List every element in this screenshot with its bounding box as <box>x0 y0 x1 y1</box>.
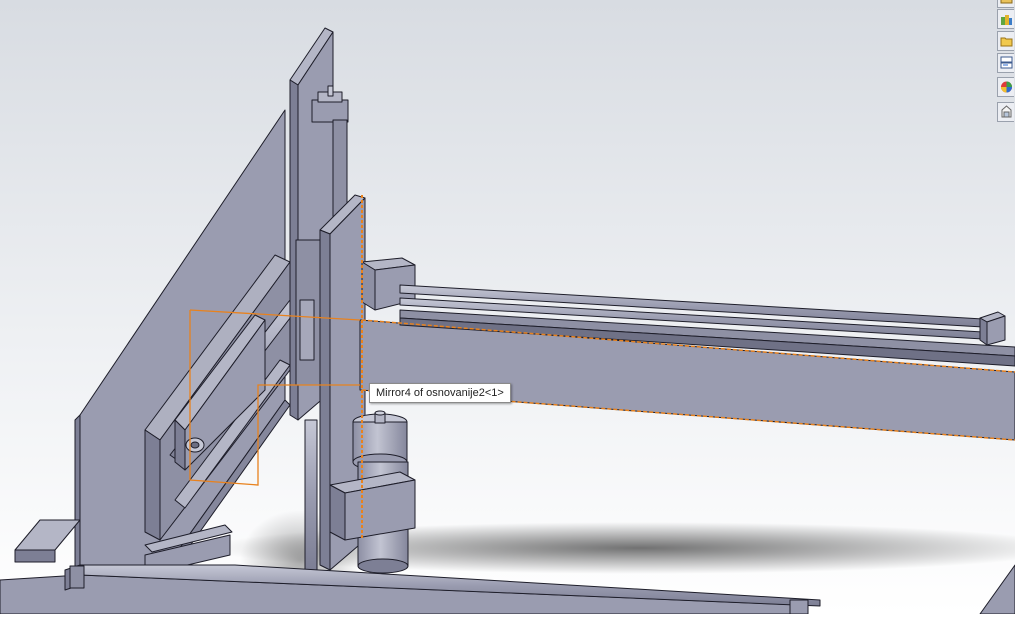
solidworks-resources-button[interactable] <box>997 0 1014 8</box>
x-rail-end-block[interactable] <box>979 311 1006 346</box>
task-pane-tabs <box>997 0 1015 128</box>
solidworks-resources-icon <box>1000 0 1013 4</box>
file-explorer-button[interactable] <box>997 31 1014 51</box>
file-explorer-icon <box>1000 37 1013 47</box>
design-library-button[interactable] <box>997 9 1014 29</box>
design-library-icon <box>1001 15 1012 25</box>
spindle-clamp[interactable] <box>329 471 416 541</box>
custom-properties-button[interactable] <box>997 102 1014 122</box>
z-axis-guide-rod[interactable] <box>304 419 318 571</box>
appearances-button[interactable] <box>997 77 1014 97</box>
view-palette-button[interactable] <box>997 53 1014 73</box>
hover-tooltip: Mirror4 of osnovanije2<1> <box>369 383 511 403</box>
model-view[interactable] <box>0 0 1015 615</box>
view-palette-icon <box>1000 56 1013 69</box>
graphics-viewport[interactable]: Mirror4 of osnovanije2<1> <box>0 0 1015 615</box>
custom-properties-icon <box>1001 105 1012 118</box>
appearances-icon <box>1001 81 1012 93</box>
